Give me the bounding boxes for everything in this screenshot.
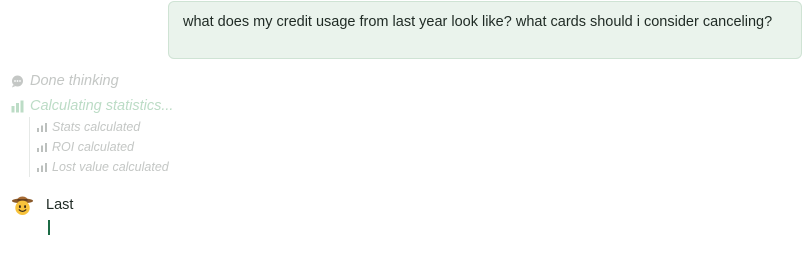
- calculating-status[interactable]: Calculating statistics...: [11, 98, 173, 114]
- thinking-steps-list: Stats calculated ROI calculated Lost val…: [29, 117, 230, 177]
- user-message-bubble: what does my credit usage from last year…: [168, 1, 802, 59]
- step-item-roi: ROI calculated: [37, 140, 134, 154]
- bar-chart-icon: [37, 162, 47, 172]
- user-message-text: what does my credit usage from last year…: [183, 14, 773, 30]
- step-label: Stats calculated: [52, 120, 141, 134]
- done-thinking-status[interactable]: Done thinking: [11, 73, 119, 89]
- assistant-header: Last: [11, 193, 73, 216]
- typing-cursor: [48, 220, 50, 235]
- step-label: ROI calculated: [52, 140, 134, 154]
- cowboy-face-icon: [11, 193, 34, 216]
- step-item-lost-value: Lost value calculated: [37, 160, 169, 174]
- assistant-name: Last: [46, 196, 74, 213]
- bar-chart-icon: [37, 122, 47, 132]
- bar-chart-icon: [37, 142, 47, 152]
- speech-bubble-icon: [11, 75, 24, 88]
- done-thinking-label: Done thinking: [30, 73, 119, 89]
- step-label: Lost value calculated: [52, 160, 169, 174]
- bar-chart-icon: [11, 100, 24, 113]
- calculating-label: Calculating statistics...: [30, 98, 174, 114]
- step-item-stats: Stats calculated: [37, 120, 140, 134]
